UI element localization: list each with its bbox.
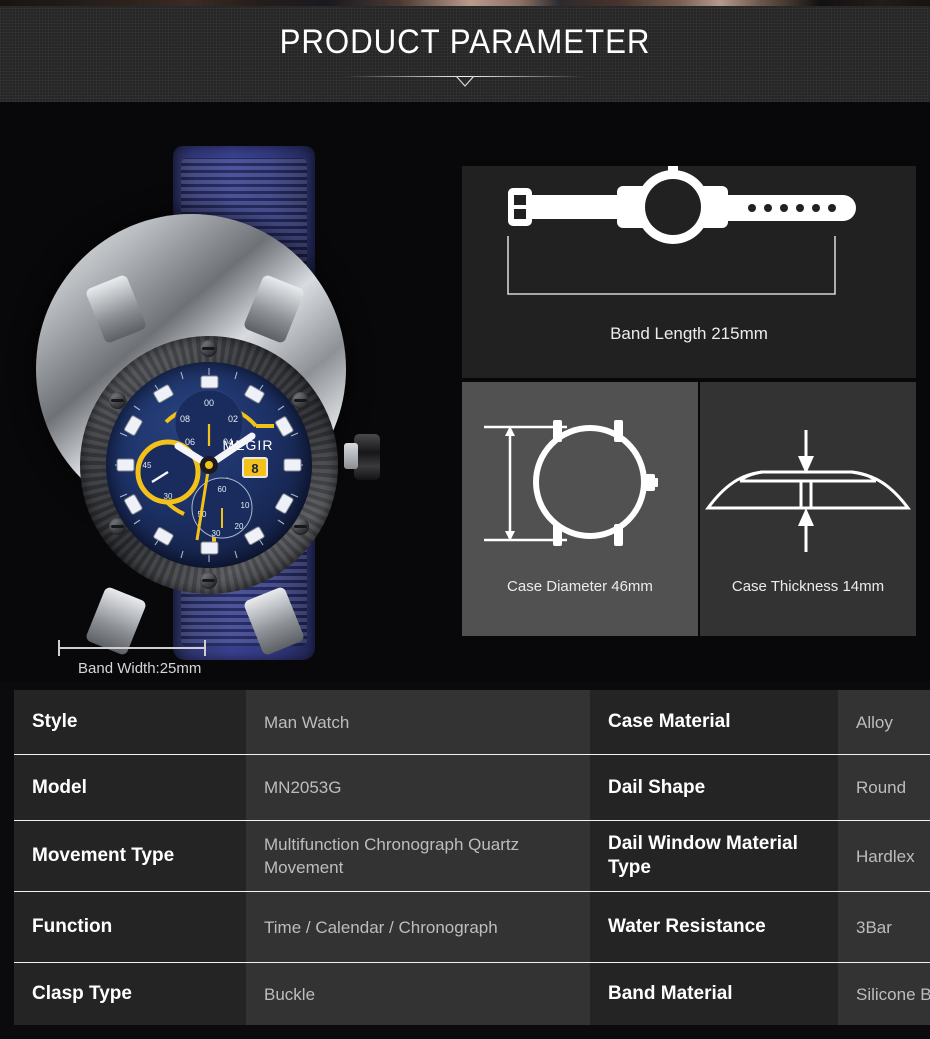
- page-title: PRODUCT PARAMETER: [279, 23, 651, 61]
- watch-bezel: 00 02 04 06 08 45 30 60 10 20 30 8 MEGIR: [80, 336, 338, 594]
- spec-value: Silicone Band: [838, 962, 930, 1025]
- spec-label: Movement Type: [14, 820, 246, 892]
- spec-label: Dail Shape: [590, 754, 838, 821]
- svg-text:8: 8: [251, 461, 258, 476]
- svg-text:08: 08: [180, 414, 190, 424]
- spec-value: MN2053G: [246, 754, 590, 821]
- bracket-tick-right: [204, 640, 206, 656]
- svg-text:30: 30: [212, 529, 221, 538]
- spec-value: Hardlex: [838, 820, 930, 892]
- table-row: Clasp Type Buckle Band Material Silicone…: [14, 962, 930, 1025]
- spec-value: Alloy: [838, 690, 930, 755]
- svg-text:20: 20: [235, 522, 244, 531]
- spec-label: Clasp Type: [14, 962, 246, 1025]
- spec-label: Water Resistance: [590, 891, 838, 963]
- case-thickness-caption: Case Thickness 14mm: [731, 578, 885, 595]
- watch-case: 00 02 04 06 08 45 30 60 10 20 30 8 MEGIR: [36, 214, 380, 657]
- band-length-illustration: [507, 166, 856, 295]
- spec-label: Model: [14, 754, 246, 821]
- svg-text:30: 30: [164, 492, 173, 501]
- bracket-tick-left: [58, 640, 60, 656]
- case-thickness-illustration: [705, 430, 911, 552]
- case-diameter-caption: Case Diameter 46mm: [507, 578, 653, 595]
- watch-lug-top-right: [242, 273, 306, 345]
- spec-value: Multifunction Chronograph Quartz Movemen…: [246, 820, 590, 892]
- spec-label: Band Material: [590, 962, 838, 1025]
- page-header: PRODUCT PARAMETER: [0, 6, 930, 102]
- spec-table: Style Man Watch Case Material Alloy Mode…: [14, 690, 930, 1025]
- svg-text:60: 60: [218, 485, 227, 494]
- svg-text:10: 10: [241, 501, 250, 510]
- svg-text:02: 02: [228, 414, 238, 424]
- spec-label: Function: [14, 891, 246, 963]
- table-row: Movement Type Multifunction Chronograph …: [14, 820, 930, 892]
- table-row: Model MN2053G Dail Shape Round: [14, 754, 930, 821]
- chevron-down-icon: [455, 76, 475, 87]
- bezel-screw: [200, 340, 217, 357]
- spec-value: Time / Calendar / Chronograph: [246, 891, 590, 963]
- case-diameter-illustration: [484, 420, 658, 546]
- bracket-bar: [58, 647, 206, 649]
- watch-lug-top-left: [84, 273, 148, 345]
- spec-value: 3Bar: [838, 891, 930, 963]
- band-width-caption: Band Width:25mm: [78, 660, 202, 677]
- svg-text:45: 45: [143, 461, 152, 470]
- bezel-screw: [200, 572, 217, 589]
- watch-dial: 00 02 04 06 08 45 30 60 10 20 30 8 MEGIR: [106, 362, 312, 568]
- diagram-case-thickness: Case Thickness 14mm: [700, 382, 916, 636]
- spec-label: Dail Window Material Type: [590, 820, 838, 892]
- svg-text:00: 00: [204, 398, 214, 408]
- spec-value: Round: [838, 754, 930, 821]
- band-length-caption: Band Length 215mm: [610, 324, 768, 343]
- watch-crown: [344, 434, 380, 480]
- spec-value: Man Watch: [246, 690, 590, 755]
- table-row: Style Man Watch Case Material Alloy: [14, 690, 930, 755]
- watch-product-photo: 00 02 04 06 08 45 30 60 10 20 30 8 MEGIR…: [18, 118, 448, 677]
- spec-value: Buckle: [246, 962, 590, 1025]
- band-width-measure: Band Width:25mm: [38, 640, 328, 688]
- band-width-bracket: [58, 640, 206, 656]
- spec-label: Style: [14, 690, 246, 755]
- spec-label: Case Material: [590, 690, 838, 755]
- diagram-case-diameter: Case Diameter 46mm: [462, 382, 698, 636]
- table-row: Function Time / Calendar / Chronograph W…: [14, 891, 930, 963]
- diagram-band-length: Band Length 215mm: [462, 166, 916, 378]
